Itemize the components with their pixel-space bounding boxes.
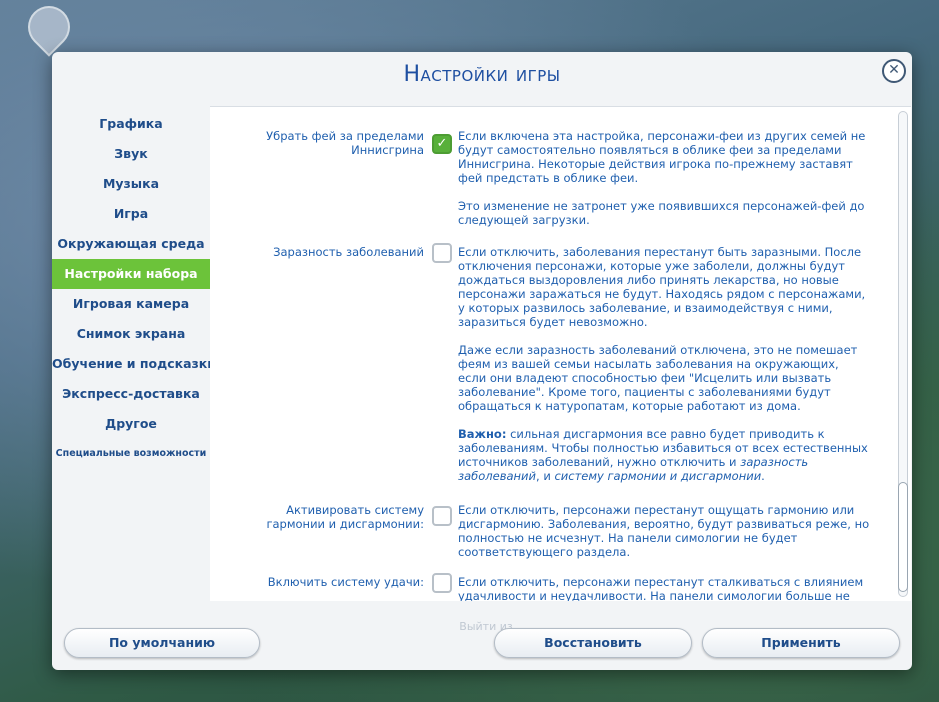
description-paragraph: Если включена эта настройка, персонажи-ф… — [458, 129, 866, 185]
checkmark-icon: ✓ — [436, 136, 448, 151]
setting-description: Если отключить, персонажи перестанут ощу… — [458, 503, 870, 573]
sidebar-item-sound[interactable]: Звук — [52, 139, 210, 169]
setting-label: Включить систему удачи: — [267, 575, 424, 589]
sidebar-item-accessibility[interactable]: Специальные возможности — [52, 439, 210, 469]
content-scrollbar[interactable] — [898, 111, 908, 597]
description-paragraph: Если отключить, заболевания перестанут б… — [458, 245, 866, 329]
scrollbar-thumb[interactable] — [898, 482, 908, 592]
map-marker-icon — [19, 0, 79, 57]
sidebar-item-tutorial[interactable]: Обучение и подсказки — [52, 349, 216, 379]
apply-button[interactable]: Применить — [702, 628, 900, 658]
harmony-system-checkbox[interactable] — [432, 506, 452, 526]
settings-sidebar: Графика Звук Музыка Игра Окружающая сред… — [52, 109, 216, 469]
setting-description: Если отключить, персонажи перестанут ста… — [458, 575, 870, 601]
sidebar-item-camera[interactable]: Игровая камера — [52, 289, 210, 319]
setting-description: Если отключить, заболевания перестанут б… — [458, 245, 870, 497]
close-icon[interactable]: ✕ — [882, 59, 906, 83]
important-label: Важно: — [458, 427, 507, 441]
sidebar-item-graphics[interactable]: Графика — [52, 109, 210, 139]
description-paragraph: Даже если заразность заболеваний отключе… — [458, 343, 858, 413]
description-text: . — [761, 469, 765, 483]
game-settings-dialog: Настройки игры ✕ Графика Звук Музыка Игр… — [52, 52, 912, 670]
setting-description: Если включена эта настройка, персонажи-ф… — [458, 129, 870, 241]
sidebar-item-pack-settings[interactable]: Настройки набора — [52, 259, 210, 289]
default-button[interactable]: По умолчанию — [64, 628, 260, 658]
disease-contagion-checkbox[interactable] — [432, 243, 452, 263]
description-paragraph: Если отключить, персонажи перестанут ощу… — [458, 503, 870, 559]
setting-label: Заразность заболеваний — [273, 245, 424, 259]
sidebar-item-express-delivery[interactable]: Экспресс-доставка — [52, 379, 210, 409]
link-text: систему гармонии и дисгармонии — [554, 469, 762, 483]
description-paragraph: Это изменение не затронет уже появившихс… — [458, 199, 865, 227]
setting-label: Активировать систему гармонии и дисгармо… — [266, 503, 424, 531]
setting-label: Убрать фей за пределами Иннисгрина — [266, 129, 424, 157]
sidebar-item-other[interactable]: Другое — [52, 409, 210, 439]
description-paragraph: Важно: сильная дисгармония все равно буд… — [458, 427, 870, 483]
description-paragraph: Если отключить, персонажи перестанут ста… — [458, 575, 864, 601]
sidebar-item-screenshot[interactable]: Снимок экрана — [52, 319, 210, 349]
sidebar-item-music[interactable]: Музыка — [52, 169, 210, 199]
remove-fairies-checkbox[interactable]: ✓ — [432, 134, 452, 154]
sidebar-item-game[interactable]: Игра — [52, 199, 210, 229]
dialog-title: Настройки игры — [403, 62, 561, 87]
sidebar-item-environment[interactable]: Окружающая среда — [52, 229, 210, 259]
restore-button[interactable]: Восстановить — [494, 628, 692, 658]
description-text: , и — [536, 469, 555, 483]
luck-system-checkbox[interactable] — [432, 573, 452, 593]
settings-content-panel: Убрать фей за пределами Иннисгрина ✓ Есл… — [210, 106, 911, 601]
dialog-footer: Выйти из По умолчанию Восстановить Приме… — [52, 620, 912, 670]
